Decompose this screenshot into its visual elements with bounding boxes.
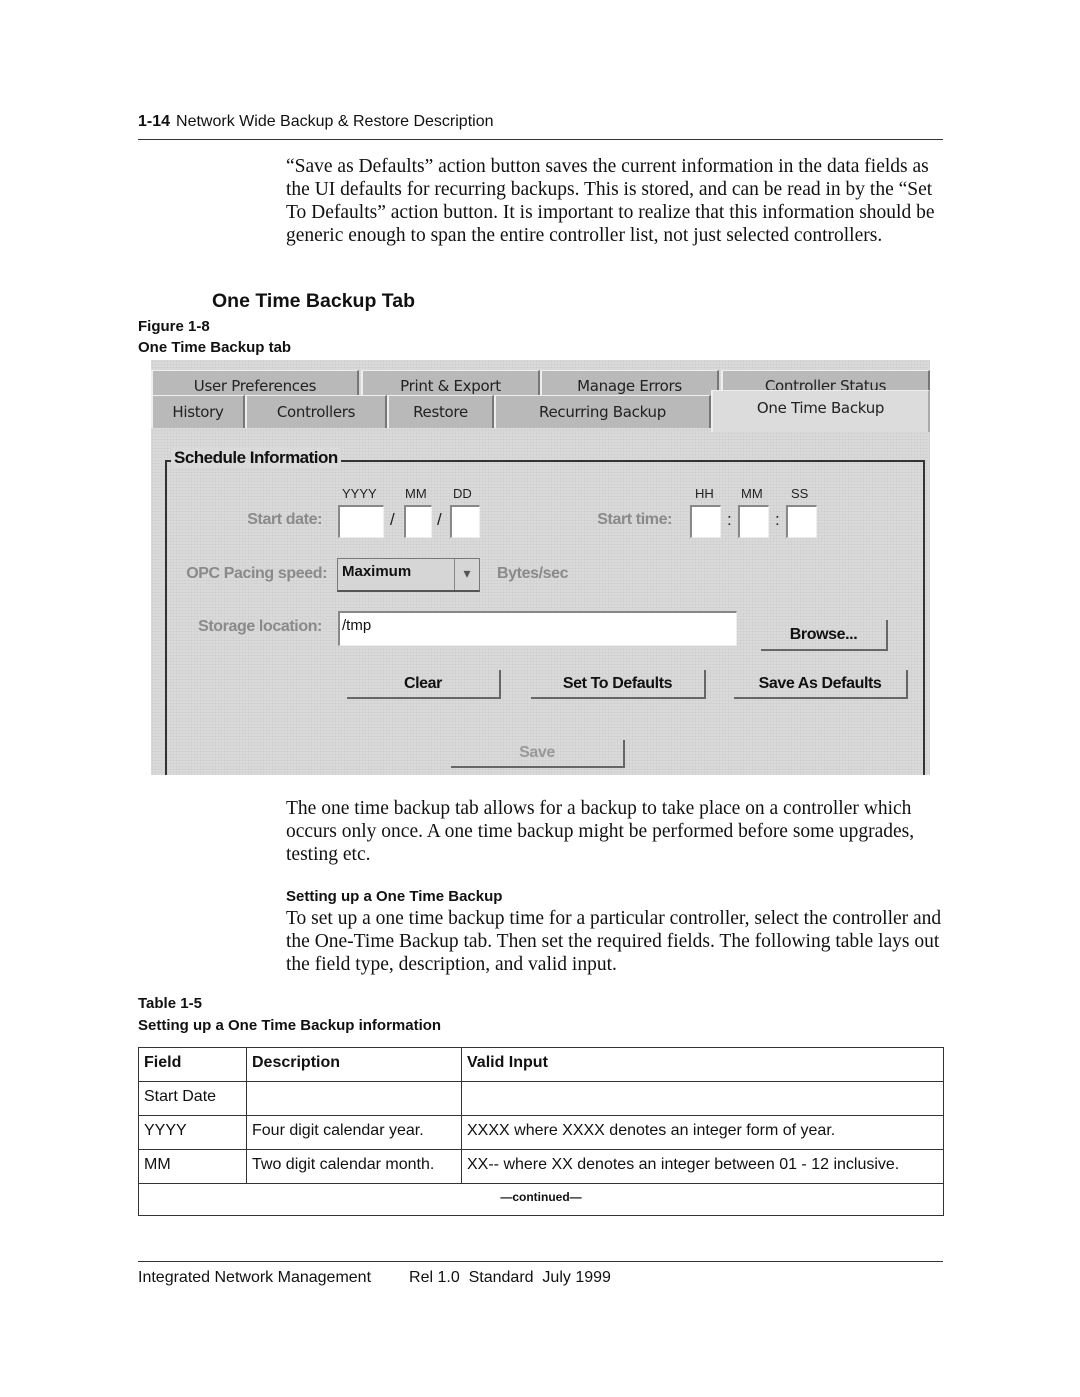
storage-location-label: Storage location: <box>198 618 322 635</box>
year-input[interactable] <box>338 505 384 538</box>
figure-caption: One Time Backup tab <box>138 339 292 356</box>
cell-field: YYYY <box>138 1115 247 1150</box>
mm-header: MM <box>405 486 427 501</box>
min-header: MM <box>741 486 763 501</box>
table-number: Table 1-5 <box>138 995 202 1012</box>
yyyy-header: YYYY <box>342 486 377 501</box>
start-time-label: Start time: <box>597 511 672 528</box>
cell-field: Start Date <box>138 1081 247 1116</box>
tab-controllers[interactable]: Controllers <box>245 395 387 428</box>
table-continued-row: —continued— <box>138 1183 944 1216</box>
table-row: MM Two digit calendar month. XX-- where … <box>138 1149 944 1184</box>
day-input[interactable] <box>450 505 480 538</box>
month-input[interactable] <box>404 505 432 538</box>
cell-description <box>246 1081 462 1116</box>
footer-release: Rel 1.0 Standard July 1999 <box>409 1269 611 1286</box>
hour-input[interactable] <box>690 505 721 538</box>
clear-button[interactable]: Clear <box>347 670 501 699</box>
header-rule <box>138 139 943 140</box>
hh-header: HH <box>695 486 714 501</box>
chevron-down-icon[interactable]: ▾ <box>454 559 479 590</box>
intro-paragraph: “Save as Defaults” action button saves t… <box>286 156 935 246</box>
tab-user-preferences[interactable]: User Preferences <box>151 370 359 395</box>
header-description: Description <box>246 1047 462 1082</box>
pacing-speed-value: Maximum <box>342 563 412 580</box>
save-button[interactable]: Save <box>451 740 625 768</box>
ss-header: SS <box>791 486 809 501</box>
section-title: One Time Backup Tab <box>212 290 415 312</box>
time-separator: : <box>727 510 732 529</box>
cell-valid-input: XXXX where XXXX denotes an integer form … <box>461 1115 944 1150</box>
tab-history[interactable]: History <box>151 395 245 428</box>
header-valid-input: Valid Input <box>461 1047 944 1082</box>
table-row: Start Date <box>138 1081 944 1116</box>
time-separator: : <box>775 510 780 529</box>
second-input[interactable] <box>786 505 817 538</box>
save-as-defaults-button[interactable]: Save As Defaults <box>734 670 908 699</box>
tab-manage-errors[interactable]: Manage Errors <box>540 370 719 395</box>
start-date-label: Start date: <box>247 511 322 528</box>
tab-one-time-backup[interactable]: One Time Backup <box>711 390 930 432</box>
footer-product: Integrated Network Management <box>138 1269 372 1286</box>
cell-description: Four digit calendar year. <box>246 1115 462 1150</box>
browse-button[interactable]: Browse... <box>761 620 888 651</box>
header-field: Field <box>138 1047 247 1082</box>
pacing-speed-label: OPC Pacing speed: <box>186 565 327 582</box>
pacing-unit: Bytes/sec <box>497 565 569 582</box>
table-caption: Setting up a One Time Backup information <box>138 1017 442 1034</box>
dd-header: DD <box>453 486 472 501</box>
figure-number: Figure 1-8 <box>138 318 210 335</box>
cell-valid-input <box>461 1081 944 1116</box>
continued-label: —continued— <box>138 1183 944 1216</box>
tab-restore[interactable]: Restore <box>387 395 494 428</box>
pacing-speed-select[interactable]: Maximum ▾ <box>337 558 480 592</box>
footer: Integrated Network Management Rel 1.0 Sta… <box>138 1269 611 1287</box>
date-separator: / <box>437 510 442 529</box>
setup-paragraph: To set up a one time backup time for a p… <box>286 908 942 975</box>
storage-location-input[interactable]: /tmp <box>338 611 737 646</box>
footer-rule <box>138 1261 943 1262</box>
cell-valid-input: XX-- where XX denotes an integer between… <box>461 1149 944 1184</box>
page-number: 1-14 <box>138 113 171 130</box>
fields-table: Field Description Valid Input Start Date… <box>138 1047 944 1216</box>
tab-print-export[interactable]: Print & Export <box>361 370 540 395</box>
cell-field: MM <box>138 1149 247 1184</box>
minute-input[interactable] <box>738 505 769 538</box>
table-row: YYYY Four digit calendar year. XXXX wher… <box>138 1115 944 1150</box>
group-title: Schedule Information <box>171 448 341 468</box>
table-header-row: Field Description Valid Input <box>138 1047 944 1082</box>
subsection-title: Setting up a One Time Backup <box>286 888 503 905</box>
running-header: 1-14 Network Wide Backup & Restore Descri… <box>138 113 493 131</box>
description-paragraph: The one time backup tab allows for a bac… <box>286 798 915 865</box>
header-title: Network Wide Backup & Restore Descriptio… <box>176 113 494 130</box>
set-to-defaults-button[interactable]: Set To Defaults <box>531 670 706 699</box>
date-separator: / <box>390 510 395 529</box>
tab-recurring-backup[interactable]: Recurring Backup <box>494 395 711 428</box>
cell-description: Two digit calendar month. <box>246 1149 462 1184</box>
one-time-backup-screenshot: User Preferences Print & Export Manage E… <box>151 360 930 775</box>
